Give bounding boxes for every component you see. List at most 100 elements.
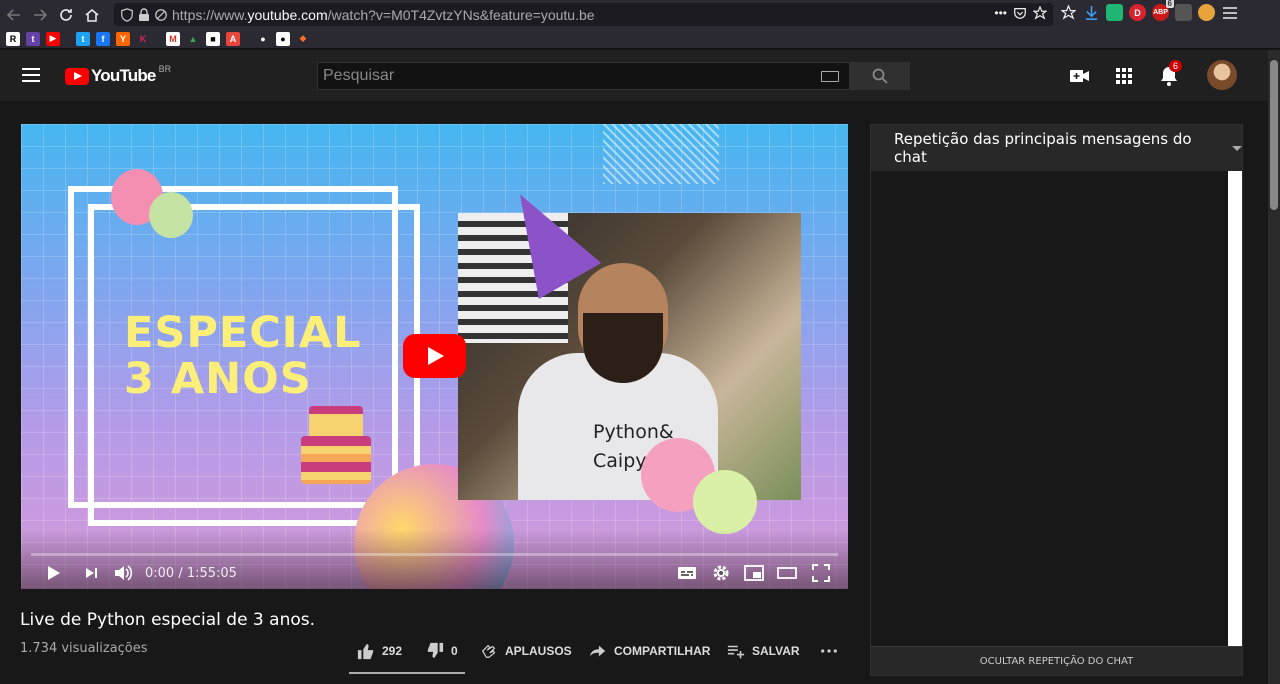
video-player[interactable]: ESPECIAL 3 ANOS Python& Caipy 0:00 / 1:5… — [21, 124, 848, 589]
theater-mode-button[interactable] — [775, 561, 799, 585]
pocket-icon[interactable] — [1013, 6, 1027, 20]
youtube-icon[interactable]: ▶ — [46, 31, 60, 46]
subtitles-button[interactable] — [675, 561, 699, 585]
screenshot-ext-icon[interactable] — [1106, 4, 1123, 21]
chat-header-label: Repetição das principais mensagens do ch… — [894, 130, 1192, 166]
zigzag-pattern — [603, 124, 719, 184]
url-bar[interactable]: https://www.youtube.com/watch?v=M0T4Zvtz… — [114, 3, 1053, 26]
download-icon[interactable] — [1083, 4, 1100, 21]
forward-button[interactable] — [28, 3, 52, 27]
like-count: 292 — [382, 644, 403, 658]
menu-icon[interactable] — [1221, 4, 1238, 21]
reading-list-icon[interactable] — [1060, 4, 1077, 21]
gear-icon — [713, 565, 729, 581]
settings-button[interactable] — [709, 561, 733, 585]
avatar[interactable] — [1207, 60, 1237, 90]
sentiment-bar — [349, 672, 465, 674]
chat-replay-panel: Repetição das principais mensagens do ch… — [870, 124, 1243, 676]
thumbs-down-icon — [427, 642, 444, 659]
subtitles-icon — [678, 567, 696, 579]
country-code: BR — [158, 64, 172, 74]
square-icon[interactable]: ■ — [206, 31, 220, 46]
thumbs-up-icon — [357, 643, 374, 660]
back-button[interactable] — [2, 3, 26, 27]
chat-messages-area[interactable] — [871, 171, 1228, 647]
bookmark-star-icon[interactable] — [1033, 6, 1047, 20]
search-button[interactable] — [850, 62, 910, 90]
caret-down-icon — [1232, 145, 1242, 151]
chat-mode-dropdown[interactable]: Repetição das principais mensagens do ch… — [871, 125, 1242, 171]
thumbnail-title: ESPECIAL 3 ANOS — [124, 310, 361, 402]
shield-icon[interactable] — [120, 7, 134, 22]
search-input[interactable] — [323, 67, 803, 85]
search-box — [317, 62, 850, 90]
gmail-icon[interactable]: M — [166, 31, 180, 46]
like-button[interactable]: 292 — [357, 640, 402, 662]
dislike-button[interactable]: 0 — [426, 640, 458, 662]
page-scrollbar-thumb[interactable] — [1270, 60, 1278, 210]
create-video-button[interactable] — [1066, 62, 1094, 90]
abp-label: ABP — [1153, 9, 1168, 16]
video-title: Live de Python especial de 3 anos. — [20, 610, 316, 630]
share-button[interactable]: COMPARTILHAR — [589, 640, 710, 662]
twitter-icon[interactable]: t — [76, 31, 90, 46]
apps-grid-icon — [1116, 68, 1132, 84]
page-actions-menu-icon[interactable]: ••• — [994, 6, 1007, 20]
grid-ext-icon[interactable] — [1175, 4, 1192, 21]
guide-menu-icon[interactable] — [22, 68, 40, 82]
adblock-plus-icon[interactable]: ABP 6 — [1152, 0, 1174, 21]
a-icon[interactable]: A — [226, 31, 240, 46]
url-path: /watch?v=M0T4ZvtzYNs&feature=youtu.be — [327, 6, 595, 23]
lock-icon[interactable] — [138, 7, 150, 22]
share-label: COMPARTILHAR — [614, 644, 711, 658]
chat-scrollbar[interactable] — [1228, 171, 1242, 647]
github-icon[interactable]: ● — [256, 31, 270, 46]
large-play-button[interactable] — [403, 334, 466, 378]
save-button[interactable]: SALVAR — [727, 640, 800, 662]
r-icon[interactable]: R — [6, 31, 20, 46]
play-button[interactable] — [41, 561, 65, 585]
facebook-icon[interactable]: f — [96, 31, 110, 46]
keyboard-icon[interactable] — [821, 71, 839, 82]
gitlab-icon[interactable]: ◆ — [296, 31, 310, 46]
more-horiz-icon — [821, 649, 837, 653]
progress-bar[interactable] — [31, 553, 838, 556]
apps-button[interactable] — [1110, 62, 1138, 90]
miniplayer-button[interactable] — [742, 561, 766, 585]
url-host: youtube.com — [247, 6, 328, 23]
permissions-icon[interactable] — [154, 8, 168, 22]
d-ext-icon[interactable]: D — [1129, 4, 1146, 21]
dislike-count: 0 — [451, 644, 458, 658]
thumbnail-title-line2: 3 ANOS — [124, 354, 312, 404]
notifications-button[interactable]: 6 — [1155, 60, 1183, 90]
reload-button[interactable] — [54, 3, 78, 27]
hide-chat-replay-button[interactable]: OCULTAR REPETIÇÃO DO CHAT — [871, 646, 1242, 675]
hackernews-icon[interactable]: Y — [116, 31, 130, 46]
github-alt-icon[interactable]: ● — [276, 31, 290, 46]
home-button[interactable] — [80, 3, 104, 27]
d-ext-label: D — [1134, 7, 1141, 18]
masthead: YouTube BR 6 — [0, 50, 1268, 101]
arrow-right-icon — [34, 8, 48, 21]
next-button[interactable] — [79, 561, 103, 585]
more-actions-button[interactable] — [820, 640, 845, 662]
url-text[interactable]: https://www.youtube.com/watch?v=M0T4Zvtz… — [172, 7, 595, 23]
drive-icon[interactable]: ▲ — [186, 31, 200, 46]
applause-button[interactable]: APLAUSOS — [480, 640, 572, 662]
volume-icon — [115, 565, 133, 581]
arrow-left-icon — [6, 8, 20, 21]
k-icon[interactable]: K — [136, 31, 150, 46]
share-arrow-icon — [589, 645, 606, 657]
theater-icon — [777, 567, 797, 579]
mute-button[interactable] — [111, 561, 135, 585]
search-icon — [872, 68, 888, 84]
twitch-icon[interactable]: t — [26, 31, 40, 46]
balloon-green — [149, 192, 193, 238]
url-actions: ••• — [994, 6, 1047, 20]
browser-toolbar: https://www.youtube.com/watch?v=M0T4Zvtz… — [0, 0, 1280, 29]
egg-ext-icon[interactable] — [1198, 4, 1215, 21]
youtube-logo[interactable]: YouTube BR — [65, 64, 172, 86]
page-scrollbar[interactable] — [1268, 50, 1280, 684]
fullscreen-button[interactable] — [809, 561, 833, 585]
youtube-play-logo-icon — [65, 67, 89, 85]
